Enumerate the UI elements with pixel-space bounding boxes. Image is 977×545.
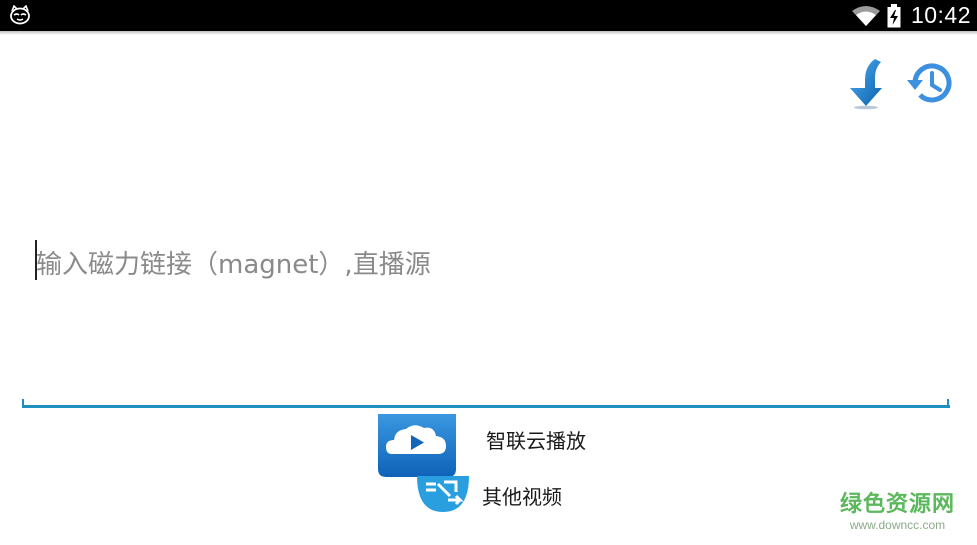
- watermark-title: 绿色资源网: [840, 492, 956, 517]
- site-watermark: 绿色资源网 www.downcc.com: [840, 492, 955, 532]
- watermark-url: www.downcc.com: [849, 518, 946, 532]
- cloud-play-icon[interactable]: [378, 414, 456, 477]
- link-input-placeholder: 输入磁力链接（magnet）,直播源: [36, 250, 431, 280]
- magnet-link-input[interactable]: 输入磁力链接（magnet）,直播源: [22, 230, 950, 410]
- share-arrows-icon[interactable]: [416, 476, 470, 512]
- battery-charging-icon: [887, 3, 901, 27]
- history-button[interactable]: [905, 60, 955, 106]
- cloud-play-option[interactable]: 智联云播放: [486, 425, 586, 454]
- app-screen: 10:42 输入磁力链接（magnet）,直播源 智联云播放 其他视频 绿色资源…: [0, 0, 977, 545]
- input-underline: [22, 405, 950, 408]
- status-bar: 10:42: [0, 0, 977, 31]
- download-button[interactable]: [845, 58, 887, 110]
- wifi-icon: [851, 5, 880, 26]
- cat-face-icon: [10, 5, 30, 25]
- other-videos-option[interactable]: 其他视频: [482, 481, 562, 510]
- status-clock: 10:42: [910, 2, 971, 28]
- status-bar-shadow: [0, 31, 977, 35]
- status-indicators: 10:42: [851, 0, 977, 31]
